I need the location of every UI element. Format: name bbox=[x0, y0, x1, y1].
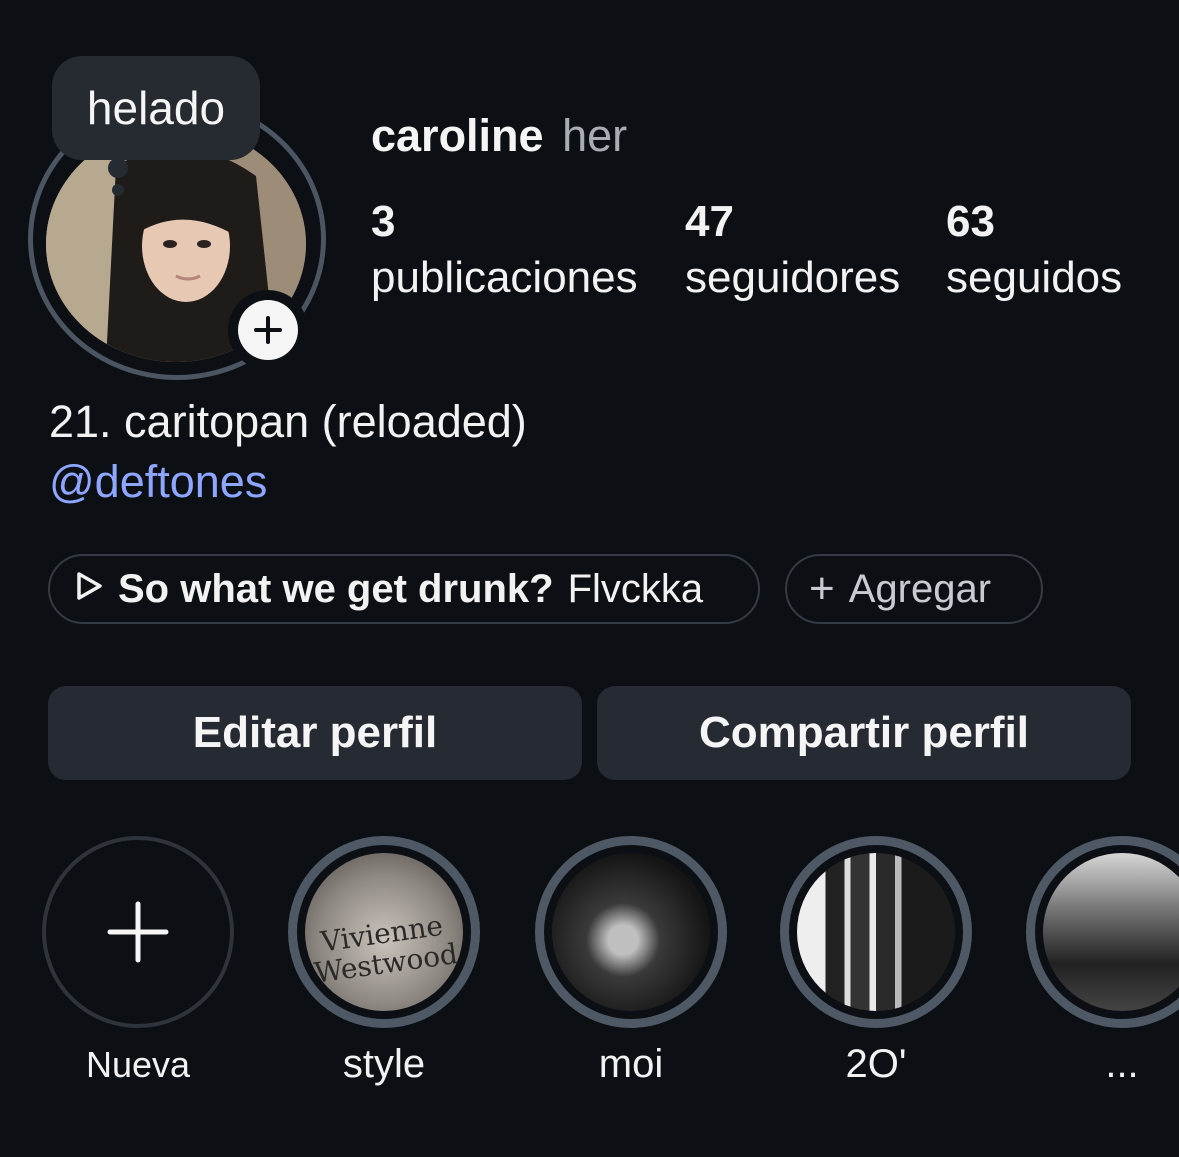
play-icon bbox=[74, 567, 104, 612]
music-pill[interactable]: So what we get drunk? Flvckka bbox=[48, 554, 760, 624]
plus-icon bbox=[107, 901, 169, 963]
stat-posts-count: 3 bbox=[371, 197, 396, 246]
vivienne-westwood-logo: Vivienne Westwood bbox=[312, 908, 460, 990]
highlight-label: moi bbox=[598, 1042, 664, 1086]
highlight-cover-image bbox=[797, 853, 955, 1011]
highlight-style[interactable]: Vivienne Westwood style bbox=[288, 836, 480, 1087]
pronouns: her bbox=[562, 110, 628, 161]
stat-followers-label: seguidores bbox=[685, 253, 901, 302]
stat-followers-count: 47 bbox=[685, 197, 734, 246]
add-story-button[interactable] bbox=[228, 290, 308, 370]
profile-name-row: caroline her bbox=[371, 110, 627, 162]
note-bubble-tail bbox=[108, 158, 128, 178]
stat-posts-label: publicaciones bbox=[371, 253, 638, 302]
highlight-20[interactable]: 2O' bbox=[780, 836, 972, 1087]
highlight-cover-image bbox=[552, 853, 710, 1011]
note-bubble-tail-small bbox=[112, 184, 124, 196]
stat-following-label: seguidos bbox=[946, 253, 1123, 302]
highlight-label: style bbox=[342, 1042, 426, 1086]
add-link-label: Agregar bbox=[848, 566, 992, 611]
highlight-new[interactable]: Nueva bbox=[42, 836, 234, 1086]
highlight-cover-image: Vivienne Westwood bbox=[305, 853, 463, 1011]
share-profile-button[interactable]: Compartir perfil bbox=[597, 686, 1131, 780]
plus-icon bbox=[238, 300, 298, 360]
highlight-cover bbox=[1026, 836, 1179, 1028]
note-text: helado bbox=[86, 82, 226, 134]
highlight-label: 2O' bbox=[845, 1042, 907, 1086]
stat-following-count: 63 bbox=[946, 197, 995, 246]
highlight-label: Nueva bbox=[85, 1044, 191, 1085]
highlight-cover-image bbox=[1043, 853, 1179, 1011]
highlight-new-circle bbox=[42, 836, 234, 1028]
edit-profile-button[interactable]: Editar perfil bbox=[48, 686, 582, 780]
music-artist: Flvckka bbox=[567, 566, 704, 611]
stat-followers[interactable]: 47 seguidores bbox=[685, 196, 900, 308]
music-song-title: So what we get drunk? bbox=[118, 566, 554, 611]
bio-text: 21. caritopan (reloaded) bbox=[49, 396, 527, 447]
highlight-cover bbox=[535, 836, 727, 1028]
bio-mention-link[interactable]: @deftones bbox=[49, 456, 267, 508]
highlight-more[interactable]: ... bbox=[1026, 836, 1179, 1087]
highlight-cover: Vivienne Westwood bbox=[288, 836, 480, 1028]
stat-posts[interactable]: 3 publicaciones bbox=[371, 196, 638, 308]
highlight-label: ... bbox=[1105, 1042, 1139, 1086]
plus-icon: + bbox=[809, 564, 835, 613]
stat-following[interactable]: 63 seguidos bbox=[946, 196, 1122, 308]
highlight-moi[interactable]: moi bbox=[535, 836, 727, 1087]
add-link-pill[interactable]: + Agregar bbox=[785, 554, 1043, 624]
username: caroline bbox=[371, 110, 544, 161]
highlight-cover bbox=[780, 836, 972, 1028]
note-bubble[interactable]: helado bbox=[52, 56, 260, 160]
